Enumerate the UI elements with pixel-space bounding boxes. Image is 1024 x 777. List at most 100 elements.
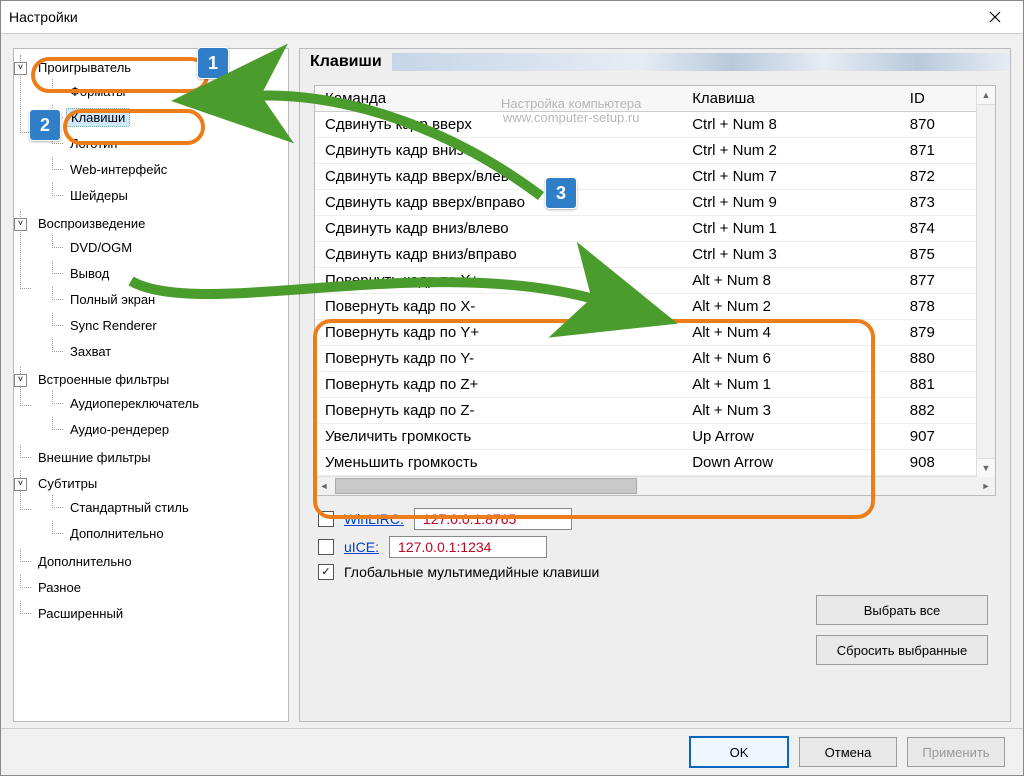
table-row[interactable]: Повернуть кадр по Y-Alt + Num 6880 <box>315 346 995 372</box>
cell-key[interactable]: Ctrl + Num 9 <box>682 190 900 216</box>
tree-item[interactable]: Разное <box>34 579 85 596</box>
cell-id[interactable]: 877 <box>900 268 968 294</box>
reset-selected-button[interactable]: Сбросить выбранные <box>816 635 988 665</box>
cell-id[interactable]: 908 <box>900 450 968 476</box>
table-row[interactable]: Повернуть кадр по X-Alt + Num 2878 <box>315 294 995 320</box>
tree-item[interactable]: Логотип <box>66 135 121 152</box>
tree-item[interactable]: Аудио-рендерер <box>66 421 173 438</box>
tree-item[interactable]: Аудиопереключатель <box>66 395 203 412</box>
tree-toggle-icon[interactable]: ˅ <box>14 218 27 231</box>
horizontal-scrollbar[interactable]: ◄ ► <box>315 476 995 495</box>
cell-id[interactable]: 878 <box>900 294 968 320</box>
winlirc-input[interactable]: 127.0.0.1:8765 <box>414 508 572 530</box>
cell-id[interactable]: 870 <box>900 112 968 138</box>
tree-item[interactable]: Расширенный <box>34 605 127 622</box>
keybindings-grid[interactable]: КомандаКлавишаIDСдвинуть кадр вверхCtrl … <box>314 85 996 496</box>
cell-cmd[interactable]: Повернуть кадр по Y+ <box>315 320 682 346</box>
cell-key[interactable]: Alt + Num 4 <box>682 320 900 346</box>
cell-id[interactable]: 873 <box>900 190 968 216</box>
ok-button[interactable]: OK <box>689 736 789 768</box>
cell-key[interactable]: Up Arrow <box>682 424 900 450</box>
tree-toggle-icon[interactable]: ˅ <box>14 374 27 387</box>
cell-id[interactable]: 907 <box>900 424 968 450</box>
cell-key[interactable]: Alt + Num 8 <box>682 268 900 294</box>
scroll-down-icon[interactable]: ▼ <box>977 458 995 477</box>
cell-cmd[interactable]: Сдвинуть кадр вниз/влево <box>315 216 682 242</box>
cell-id[interactable]: 882 <box>900 398 968 424</box>
tree-item[interactable]: Вывод <box>66 265 113 282</box>
tree-item[interactable]: Полный экран <box>66 291 159 308</box>
cell-key[interactable]: Down Arrow <box>682 450 900 476</box>
uice-checkbox[interactable] <box>318 539 334 555</box>
cell-id[interactable]: 874 <box>900 216 968 242</box>
column-header-id[interactable]: ID <box>900 86 968 112</box>
table-row[interactable]: Сдвинуть кадр вверх/вправоCtrl + Num 987… <box>315 190 995 216</box>
cell-key[interactable]: Alt + Num 2 <box>682 294 900 320</box>
tree-item[interactable]: Проигрыватель <box>34 59 135 76</box>
table-row[interactable]: Сдвинуть кадр внизCtrl + Num 2871 <box>315 138 995 164</box>
scroll-right-icon[interactable]: ► <box>977 477 995 495</box>
table-row[interactable]: Повернуть кадр по Y+Alt + Num 4879 <box>315 320 995 346</box>
tree-item[interactable]: Дополнительно <box>34 553 136 570</box>
cell-key[interactable]: Ctrl + Num 8 <box>682 112 900 138</box>
tree-item[interactable]: Клавиши <box>66 108 130 127</box>
table-row[interactable]: Сдвинуть кадр вниз/влевоCtrl + Num 1874 <box>315 216 995 242</box>
table-row[interactable]: Повернуть кадр по X+Alt + Num 8877 <box>315 268 995 294</box>
cell-key[interactable]: Ctrl + Num 1 <box>682 216 900 242</box>
cell-cmd[interactable]: Повернуть кадр по X- <box>315 294 682 320</box>
uice-input[interactable]: 127.0.0.1:1234 <box>389 536 547 558</box>
cell-key[interactable]: Ctrl + Num 2 <box>682 138 900 164</box>
cell-id[interactable]: 879 <box>900 320 968 346</box>
tree-item[interactable]: Sync Renderer <box>66 317 161 334</box>
select-all-button[interactable]: Выбрать все <box>816 595 988 625</box>
vertical-scrollbar[interactable]: ▲ ▼ <box>976 86 995 477</box>
global-keys-checkbox[interactable] <box>318 564 334 580</box>
cell-cmd[interactable]: Повернуть кадр по X+ <box>315 268 682 294</box>
column-header-cmd[interactable]: Команда <box>315 86 682 112</box>
table-row[interactable]: Увеличить громкостьUp Arrow907 <box>315 424 995 450</box>
table-row[interactable]: Сдвинуть кадр вниз/вправоCtrl + Num 3875 <box>315 242 995 268</box>
tree-item[interactable]: DVD/OGM <box>66 239 136 256</box>
scroll-left-icon[interactable]: ◄ <box>315 477 333 495</box>
scroll-up-icon[interactable]: ▲ <box>977 86 995 105</box>
cell-cmd[interactable]: Повернуть кадр по Z+ <box>315 372 682 398</box>
column-header-key[interactable]: Клавиша <box>682 86 900 112</box>
tree-item[interactable]: Встроенные фильтры <box>34 371 173 388</box>
tree-item[interactable]: Субтитры <box>34 475 101 492</box>
table-row[interactable]: Уменьшить громкостьDown Arrow908 <box>315 450 995 476</box>
table-row[interactable]: Сдвинуть кадр вверхCtrl + Num 8870 <box>315 112 995 138</box>
cell-cmd[interactable]: Сдвинуть кадр вниз/вправо <box>315 242 682 268</box>
uice-link[interactable]: uICE: <box>344 539 379 555</box>
cell-cmd[interactable]: Сдвинуть кадр вверх <box>315 112 682 138</box>
table-header-row[interactable]: КомандаКлавишаID <box>315 86 995 112</box>
category-tree[interactable]: ˅Проигрыватель>Форматы>Клавиши>Логотип>W… <box>16 55 286 627</box>
cell-key[interactable]: Ctrl + Num 7 <box>682 164 900 190</box>
cell-cmd[interactable]: Повернуть кадр по Y- <box>315 346 682 372</box>
scroll-thumb[interactable] <box>335 478 637 494</box>
cell-id[interactable]: 880 <box>900 346 968 372</box>
cell-cmd[interactable]: Сдвинуть кадр вверх/вправо <box>315 190 682 216</box>
tree-item[interactable]: Внешние фильтры <box>34 449 155 466</box>
tree-toggle-icon[interactable]: ˅ <box>14 62 27 75</box>
cell-id[interactable]: 881 <box>900 372 968 398</box>
tree-item[interactable]: Воспроизведение <box>34 215 149 232</box>
table-row[interactable]: Повернуть кадр по Z-Alt + Num 3882 <box>315 398 995 424</box>
tree-item[interactable]: Стандартный стиль <box>66 499 193 516</box>
cell-key[interactable]: Alt + Num 6 <box>682 346 900 372</box>
tree-item[interactable]: Дополнительно <box>66 525 168 542</box>
table-row[interactable]: Повернуть кадр по Z+Alt + Num 1881 <box>315 372 995 398</box>
cell-cmd[interactable]: Увеличить громкость <box>315 424 682 450</box>
cell-key[interactable]: Ctrl + Num 3 <box>682 242 900 268</box>
cell-cmd[interactable]: Сдвинуть кадр вверх/влево <box>315 164 682 190</box>
tree-item[interactable]: Шейдеры <box>66 187 132 204</box>
cell-id[interactable]: 872 <box>900 164 968 190</box>
cell-key[interactable]: Alt + Num 1 <box>682 372 900 398</box>
tree-item[interactable]: Захват <box>66 343 115 360</box>
cell-cmd[interactable]: Уменьшить громкость <box>315 450 682 476</box>
winlirc-link[interactable]: WinLIRC: <box>344 511 404 527</box>
cell-id[interactable]: 875 <box>900 242 968 268</box>
winlirc-checkbox[interactable] <box>318 511 334 527</box>
tree-toggle-icon[interactable]: ˅ <box>14 478 27 491</box>
cell-key[interactable]: Alt + Num 3 <box>682 398 900 424</box>
cell-id[interactable]: 871 <box>900 138 968 164</box>
